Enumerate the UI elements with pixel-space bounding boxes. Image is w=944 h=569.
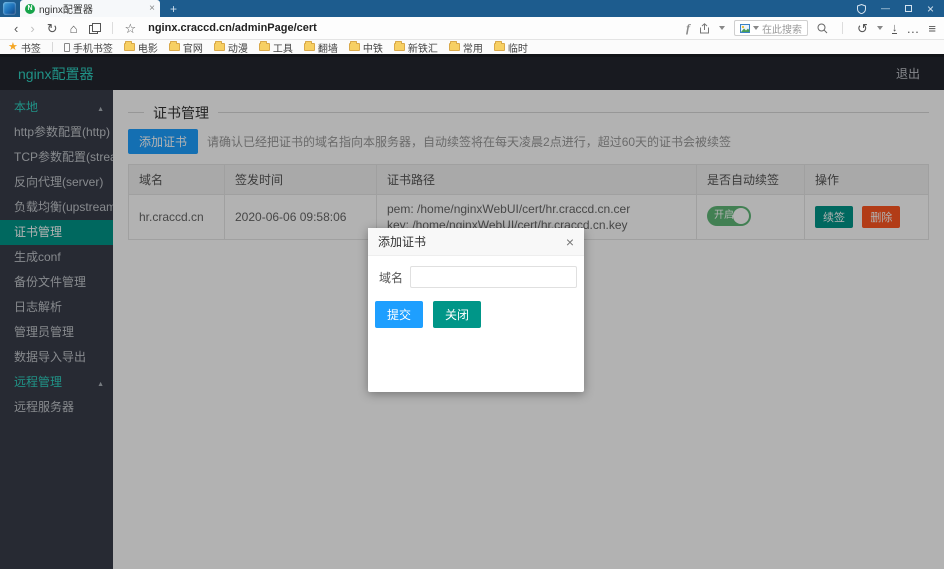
close-window-button[interactable]: × (927, 4, 934, 14)
tab-close-icon[interactable]: × (149, 3, 155, 14)
favorite-star-icon[interactable]: ☆ (124, 22, 136, 35)
shield-icon[interactable] (857, 4, 866, 14)
submit-button[interactable]: 提交 (375, 301, 423, 328)
bookmark-label: 手机书签 (73, 40, 113, 55)
window-controls: — × (857, 4, 944, 14)
bookmark-label: 中铁 (363, 40, 383, 55)
folder-icon (214, 43, 225, 51)
folder-icon (449, 43, 460, 51)
more-icon[interactable]: … (906, 22, 919, 35)
star-icon: ★ (8, 42, 18, 53)
menu-icon[interactable]: ≡ (928, 22, 936, 35)
close-icon[interactable]: × (566, 235, 574, 249)
bookmark-mobile[interactable]: 手机书签 (64, 40, 113, 55)
browser-logo-icon (3, 2, 16, 15)
bookmark-label: 临时 (508, 40, 528, 55)
image-search-icon (740, 24, 750, 33)
domain-field-label: 域名 (375, 269, 410, 286)
bookmark-label: 新铁汇 (408, 40, 438, 55)
bookmark-folder[interactable]: 常用 (449, 40, 483, 55)
bookmarks-bar: ★ 书签 手机书签 电影 官网 动漫 工具 翻墙 中铁 新铁汇 常用 临时 (0, 40, 944, 54)
modal-body: 域名 提交 关闭 (368, 256, 584, 328)
bookmark-label: 电影 (138, 40, 158, 55)
back-icon[interactable]: ‹ (14, 22, 18, 35)
folder-icon (304, 43, 315, 51)
minimize-button[interactable]: — (881, 4, 890, 13)
plugin-icon[interactable]: f (686, 21, 690, 36)
folder-icon (394, 43, 405, 51)
tab-favicon-icon: N (25, 4, 35, 14)
bookmark-folder[interactable]: 动漫 (214, 40, 248, 55)
chevron-down-icon[interactable] (719, 26, 725, 30)
magnifier-icon[interactable] (817, 23, 828, 34)
share-icon[interactable] (699, 23, 710, 34)
folder-icon (259, 43, 270, 51)
browser-tab[interactable]: N nginx配置器 × (20, 0, 160, 17)
bookmark-label: 翻墙 (318, 40, 338, 55)
search-placeholder: 在此搜索 (762, 21, 802, 36)
bookmark-label: 官网 (183, 40, 203, 55)
domain-input[interactable] (410, 266, 577, 288)
folder-icon (349, 43, 360, 51)
toolbar-divider (842, 22, 843, 34)
nginx-webui-page: nginx配置器 退出 本地▲ http参数配置(http) TCP参数配置(s… (0, 57, 944, 569)
folder-icon (494, 43, 505, 51)
refresh-icon[interactable]: ↻ (47, 22, 58, 35)
domain-form-row: 域名 (375, 266, 577, 288)
folder-icon (169, 43, 180, 51)
forward-icon[interactable]: › (30, 22, 34, 35)
undo-icon[interactable]: ↺ (857, 22, 868, 35)
page-search-box[interactable]: 在此搜索 (734, 20, 808, 36)
bookmark-folder[interactable]: 翻墙 (304, 40, 338, 55)
screen: N nginx配置器 × + — × ‹ › ↻ ⌂ ☆ nginx.cracc… (0, 0, 944, 569)
modal-title: 添加证书 (378, 233, 426, 250)
tab-title: nginx配置器 (39, 1, 145, 16)
browser-titlebar: N nginx配置器 × + — × (0, 0, 944, 17)
restore-button[interactable] (905, 5, 912, 12)
modal-header: 添加证书 × (368, 228, 584, 256)
modal-buttons: 提交 关闭 (375, 301, 577, 328)
phone-icon (64, 43, 70, 52)
bookmark-folder[interactable]: 工具 (259, 40, 293, 55)
chevron-down-icon[interactable] (877, 26, 883, 30)
bookmark-label: 常用 (463, 40, 483, 55)
folder-icon (124, 43, 135, 51)
new-tab-button[interactable]: + (170, 2, 177, 16)
bookmark-folder[interactable]: 官网 (169, 40, 203, 55)
bookmark-folder[interactable]: 新铁汇 (394, 40, 438, 55)
toolbar-right-cluster: f 在此搜索 ↺ ↓ … ≡ (686, 20, 936, 36)
chevron-down-icon[interactable] (753, 26, 759, 30)
home-icon[interactable]: ⌂ (70, 22, 78, 35)
bookmarks-label: 书签 (21, 40, 41, 55)
download-icon[interactable]: ↓ (892, 23, 898, 34)
reading-mode-icon[interactable] (89, 23, 101, 34)
browser-toolbar: ‹ › ↻ ⌂ ☆ nginx.craccd.cn/adminPage/cert… (0, 17, 944, 40)
bookmark-folder[interactable]: 临时 (494, 40, 528, 55)
add-cert-modal: 添加证书 × 域名 提交 关闭 (368, 228, 584, 392)
bookmarks-divider (52, 42, 53, 52)
toolbar-divider (112, 22, 113, 34)
bookmark-folder[interactable]: 电影 (124, 40, 158, 55)
bookmark-folder[interactable]: 中铁 (349, 40, 383, 55)
cancel-button[interactable]: 关闭 (433, 301, 481, 328)
bookmark-label: 动漫 (228, 40, 248, 55)
bookmark-label: 工具 (273, 40, 293, 55)
address-bar-url[interactable]: nginx.craccd.cn/adminPage/cert (148, 22, 317, 34)
bookmarks-star-button[interactable]: ★ 书签 (8, 40, 41, 55)
